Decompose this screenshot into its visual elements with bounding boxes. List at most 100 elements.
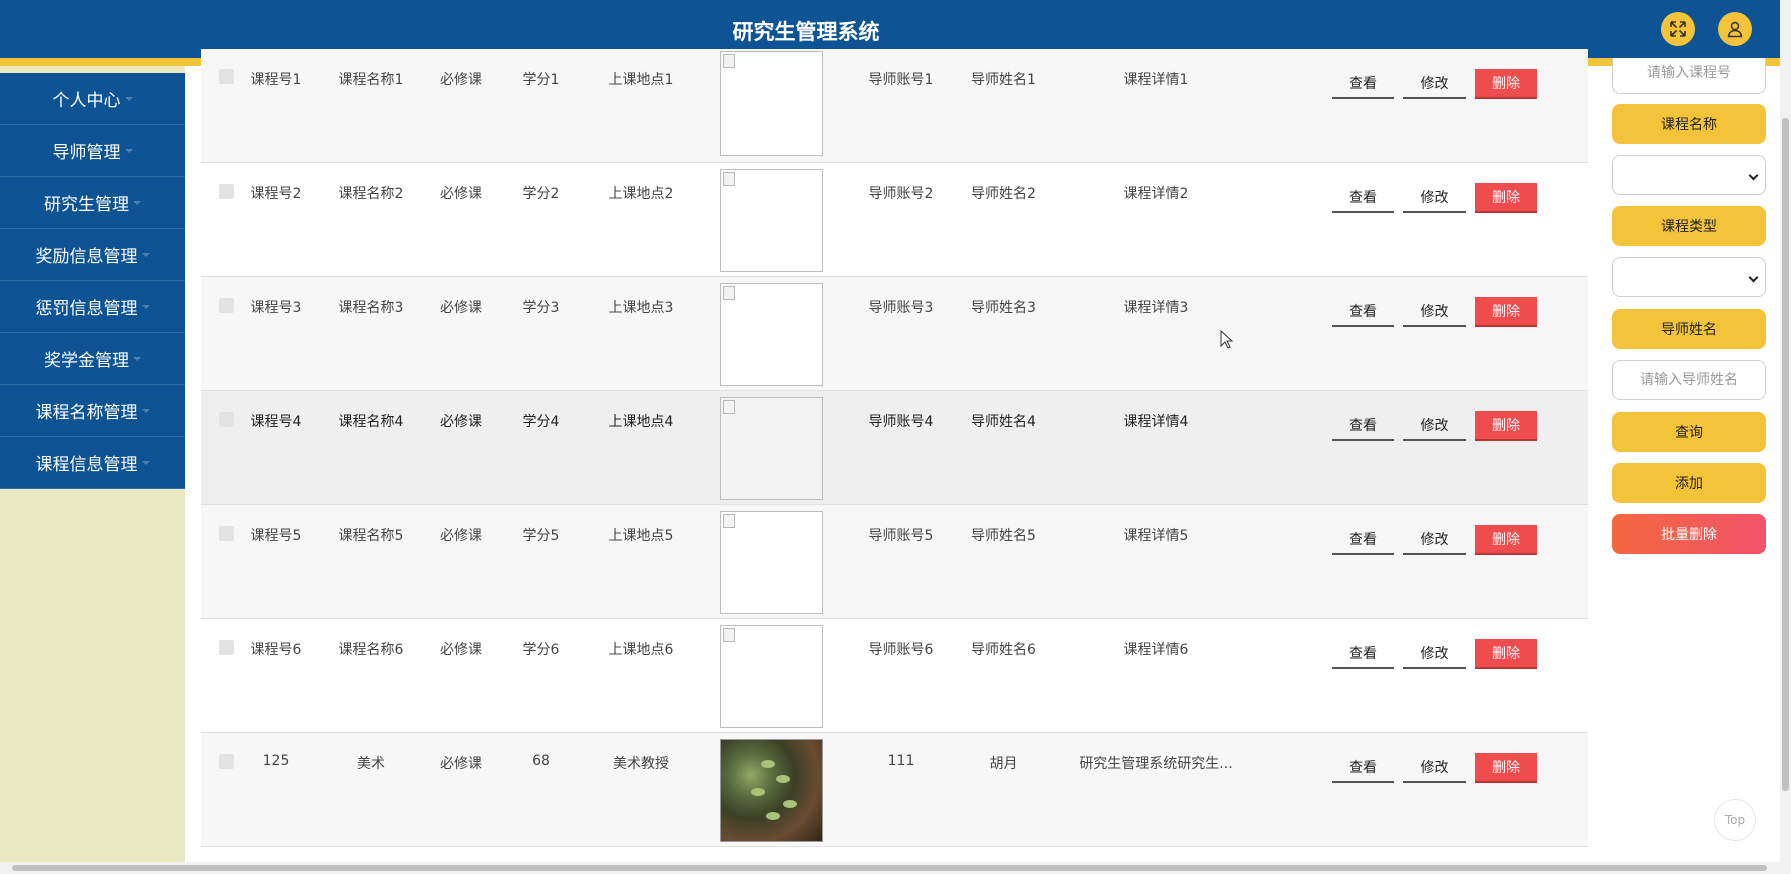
- course-name-select[interactable]: [1612, 155, 1766, 195]
- course-name-cell: 课程名称5: [338, 528, 404, 544]
- sidebar-item-label: 导师管理: [52, 143, 121, 163]
- row-checkbox[interactable]: [219, 754, 234, 769]
- add-button[interactable]: 添加: [1612, 463, 1766, 503]
- vertical-scroll-thumb[interactable]: [1782, 118, 1789, 791]
- course-image: [720, 625, 823, 728]
- course-detail-cell: 研究生管理系统研究生...: [1079, 756, 1233, 772]
- row-checkbox[interactable]: [219, 298, 234, 313]
- location-cell: 上课地点4: [608, 414, 674, 430]
- course-image: [720, 169, 823, 272]
- batch-delete-button[interactable]: 批量删除: [1612, 514, 1766, 554]
- table-row: 课程号6 课程名称6 必修课 学分6 上课地点6 导师账号6 导师姓名6 课程详…: [201, 619, 1588, 733]
- caret-down-icon: [141, 304, 150, 309]
- course-table: 课程号1 课程名称1 必修课 学分1 上课地点1 导师账号1 导师姓名1 课程详…: [201, 49, 1588, 847]
- course-type-cell: 必修课: [440, 72, 482, 88]
- tutor-name-input[interactable]: 请输入导师姓名: [1612, 360, 1766, 400]
- vertical-scrollbar[interactable]: [1780, 0, 1791, 862]
- row-checkbox[interactable]: [219, 526, 234, 541]
- sidebar-item-label: 奖励信息管理: [35, 247, 138, 267]
- delete-button[interactable]: 删除: [1475, 297, 1537, 327]
- delete-button[interactable]: 删除: [1475, 639, 1537, 669]
- table-row: 125 美术 必修课 68 美术教授 111 胡月 研究生管理系统研究生... …: [201, 733, 1588, 847]
- course-detail-cell: 课程详情1: [1123, 72, 1189, 88]
- course-type-cell: 必修课: [440, 642, 482, 658]
- edit-button[interactable]: 修改: [1403, 639, 1466, 669]
- course-no-cell: 课程号4: [250, 414, 302, 430]
- sidebar-item-penalty-management[interactable]: 惩罚信息管理: [0, 281, 185, 333]
- location-cell: 上课地点3: [608, 300, 674, 316]
- course-image: [720, 397, 823, 500]
- credit-cell: 学分4: [522, 414, 560, 430]
- sidebar-item-course-info-management[interactable]: 课程信息管理: [0, 437, 185, 489]
- delete-button[interactable]: 删除: [1475, 525, 1537, 555]
- delete-button[interactable]: 删除: [1475, 183, 1537, 213]
- tutor-name-cell: 胡月: [989, 756, 1018, 772]
- horizontal-scroll-thumb[interactable]: [12, 865, 1767, 871]
- course-no-cell: 课程号6: [250, 642, 302, 658]
- course-no-cell: 课程号3: [250, 300, 302, 316]
- sidebar-item-reward-management[interactable]: 奖励信息管理: [0, 229, 185, 281]
- credit-cell: 68: [532, 753, 550, 769]
- course-image: [720, 511, 823, 614]
- sidebar-item-personal-center[interactable]: 个人中心: [0, 73, 185, 125]
- edit-button[interactable]: 修改: [1403, 411, 1466, 441]
- location-cell: 上课地点6: [608, 642, 674, 658]
- course-detail-cell: 课程详情6: [1123, 642, 1189, 658]
- table-row: 课程号5 课程名称5 必修课 学分5 上课地点5 导师账号5 导师姓名5 课程详…: [201, 505, 1588, 619]
- back-to-top-button[interactable]: Top: [1714, 799, 1756, 841]
- row-checkbox[interactable]: [219, 184, 234, 199]
- user-button[interactable]: [1718, 12, 1752, 46]
- view-button[interactable]: 查看: [1332, 411, 1394, 441]
- sidebar: 个人中心 导师管理 研究生管理 奖励信息管理 惩罚信息管理 奖学金管理 课程名称…: [0, 73, 185, 489]
- edit-button[interactable]: 修改: [1403, 183, 1466, 213]
- row-checkbox[interactable]: [219, 640, 234, 655]
- delete-button[interactable]: 删除: [1475, 411, 1537, 441]
- tutor-account-cell: 导师账号3: [868, 300, 934, 316]
- horizontal-scrollbar[interactable]: [0, 862, 1791, 874]
- caret-down-icon: [124, 148, 133, 153]
- course-no-input[interactable]: 请输入课程号: [1612, 58, 1766, 94]
- broken-image-icon: [723, 400, 735, 414]
- edit-button[interactable]: 修改: [1403, 297, 1466, 327]
- broken-image-icon: [723, 628, 735, 642]
- credit-cell: 学分6: [522, 642, 560, 658]
- caret-down-icon: [141, 252, 150, 257]
- tutor-name-cell: 导师姓名1: [971, 72, 1036, 88]
- broken-image-icon: [723, 54, 735, 68]
- sidebar-item-label: 研究生管理: [44, 195, 129, 215]
- view-button[interactable]: 查看: [1332, 183, 1394, 213]
- location-cell: 上课地点1: [608, 72, 674, 88]
- sidebar-item-tutor-management[interactable]: 导师管理: [0, 125, 185, 177]
- tutor-name-label: 导师姓名: [1612, 309, 1766, 349]
- view-button[interactable]: 查看: [1332, 753, 1394, 783]
- caret-down-icon: [124, 96, 133, 101]
- sidebar-item-graduate-management[interactable]: 研究生管理: [0, 177, 185, 229]
- edit-button[interactable]: 修改: [1403, 753, 1466, 783]
- course-image: [720, 283, 823, 386]
- row-checkbox[interactable]: [219, 412, 234, 427]
- view-button[interactable]: 查看: [1332, 69, 1394, 99]
- tutor-name-cell: 导师姓名6: [971, 642, 1036, 658]
- query-button[interactable]: 查询: [1612, 412, 1766, 452]
- course-type-label: 课程类型: [1612, 206, 1766, 246]
- edit-button[interactable]: 修改: [1403, 69, 1466, 99]
- view-button[interactable]: 查看: [1332, 525, 1394, 555]
- view-button[interactable]: 查看: [1332, 639, 1394, 669]
- course-name-label: 课程名称: [1612, 104, 1766, 144]
- sidebar-item-course-name-management[interactable]: 课程名称管理: [0, 385, 185, 437]
- course-name-cell: 美术: [357, 756, 385, 772]
- view-button[interactable]: 查看: [1332, 297, 1394, 327]
- tutor-name-cell: 导师姓名4: [971, 414, 1036, 430]
- photo-leaf: [751, 788, 765, 796]
- credit-cell: 学分2: [522, 186, 560, 202]
- row-checkbox[interactable]: [219, 69, 234, 84]
- edit-button[interactable]: 修改: [1403, 525, 1466, 555]
- sidebar-item-scholarship-management[interactable]: 奖学金管理: [0, 333, 185, 385]
- caret-down-icon: [133, 200, 141, 205]
- delete-button[interactable]: 删除: [1475, 69, 1537, 99]
- sidebar-item-label: 个人中心: [52, 91, 121, 111]
- fullscreen-button[interactable]: [1661, 12, 1695, 46]
- delete-button[interactable]: 删除: [1475, 753, 1537, 783]
- caret-down-icon: [141, 408, 150, 413]
- course-type-select[interactable]: [1612, 257, 1766, 297]
